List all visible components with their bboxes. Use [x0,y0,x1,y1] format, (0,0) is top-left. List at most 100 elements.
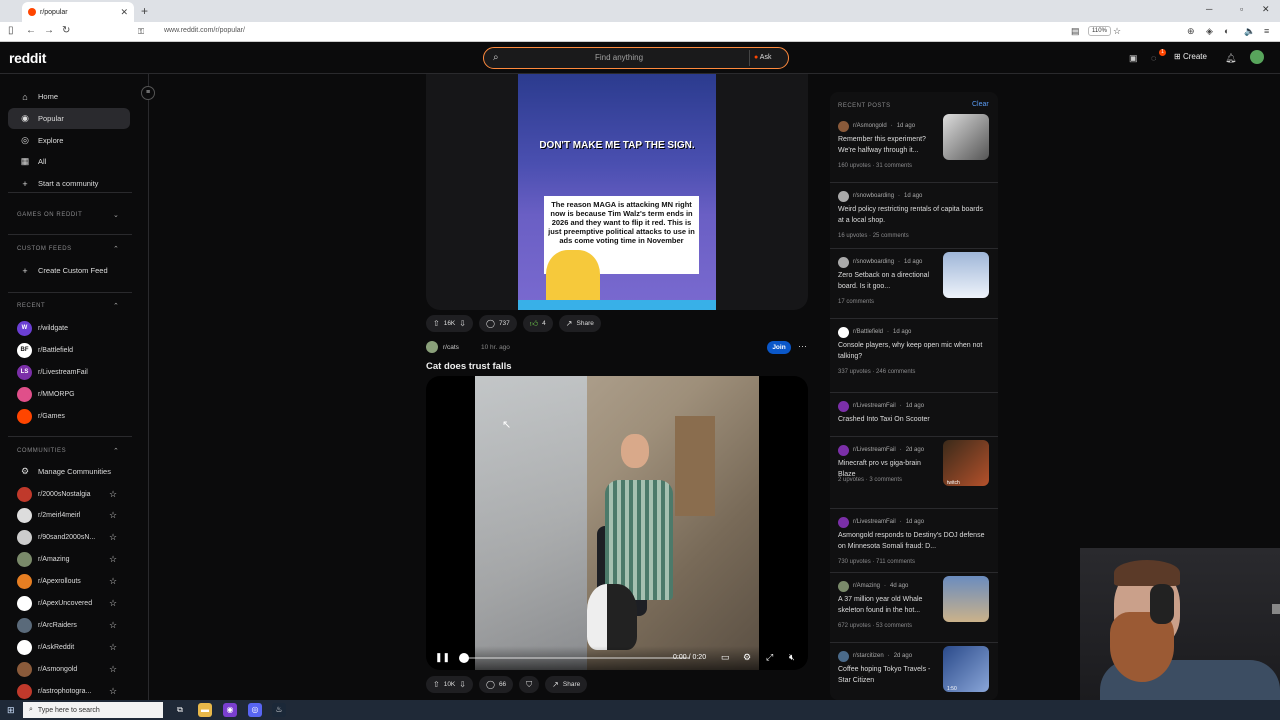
sidebar-item-home[interactable]: ⌂ Home [8,86,130,107]
community-item[interactable]: r/Asmongold ☆ [17,660,129,678]
maximize-icon[interactable]: ▫ [1240,4,1243,14]
steam-app-icon[interactable]: ♨ [272,703,286,717]
ask-button[interactable]: ● Ask [749,50,775,66]
menu-icon[interactable]: ≡ [1264,26,1269,36]
comments-button[interactable]: ◯ 66 [478,676,514,693]
recent-post-sub[interactable]: r/Asmongold [853,123,887,129]
manage-communities-link[interactable]: ⚙ Manage Communities [8,461,130,482]
discord-app-icon[interactable]: ◎ [248,703,262,717]
community-item[interactable]: r/Apexrollouts ☆ [17,573,129,591]
community-item[interactable]: r/ApexUncovered ☆ [17,595,129,613]
user-avatar[interactable] [1250,50,1264,64]
taskbar-search[interactable]: ⌕ Type here to search [23,702,163,718]
sidebar-item-all[interactable]: ▦ All [8,151,130,172]
comments-button[interactable]: ◯ 737 [478,315,517,332]
forward-icon[interactable]: → [44,25,54,36]
reader-icon[interactable]: ▤ [1071,26,1080,37]
recent-community-item[interactable]: r/MMORPG [17,385,129,403]
downvote-icon[interactable]: ⇩ [459,680,466,689]
browser-app-icon[interactable]: ◉ [223,703,237,717]
recent-post-sub[interactable]: r/starcitizen [853,653,884,659]
community-item[interactable]: r/astrophotogra... ☆ [17,682,129,700]
create-custom-feed-link[interactable]: + Create Custom Feed [8,260,130,281]
reddit-logo[interactable]: reddit [9,50,46,66]
communities-section-header[interactable]: COMMUNITIES ⌃ [17,448,119,455]
award-button[interactable]: ⛉ [519,676,540,693]
recent-post-sub[interactable]: r/snowboarding [853,193,894,199]
more-options-icon[interactable]: ⋯ [798,341,807,352]
downvote-icon[interactable]: ⇩ [459,319,466,328]
community-item[interactable]: r/90sand2000sN... ☆ [17,529,129,547]
task-view-icon[interactable]: ⧉ [173,703,187,717]
sidebar-item-start-a-community[interactable]: + Start a community [8,173,130,194]
upvote-icon[interactable]: ⇧ [433,319,440,328]
community-item[interactable]: r/2meirl4meirl ☆ [17,507,129,525]
post-title[interactable]: Cat does trust falls [426,361,512,372]
favorite-star-icon[interactable]: ☆ [109,664,117,675]
file-explorer-icon[interactable]: ▬ [198,703,212,717]
recent-post-title[interactable]: Asmongold responds to Destiny's DOJ defe… [838,531,988,552]
scrollbar-thumb[interactable] [1272,604,1280,614]
recent-post-thumbnail[interactable] [943,252,989,298]
sidebar-item-popular[interactable]: ◉ Popular [8,108,130,129]
close-tab-icon[interactable]: ✕ [120,7,128,18]
search-input[interactable]: Find anything [595,53,643,62]
zoom-indicator[interactable]: 110% [1088,26,1111,36]
url-field[interactable]: www.reddit.com/r/popular/ [164,27,245,34]
favorite-star-icon[interactable]: ☆ [109,686,117,697]
recent-community-item[interactable]: BF r/Battlefield [17,341,129,359]
bookmark-star-icon[interactable]: ☆ [1113,26,1121,37]
sidebar-item-explore[interactable]: ◎ Explore [8,130,130,151]
notifications-bell-icon[interactable]: 🔔︎ [1225,53,1236,64]
recent-post-title[interactable]: Weird policy restricting rentals of capi… [838,205,988,226]
close-window-icon[interactable]: ✕ [1262,4,1270,15]
new-tab-icon[interactable]: + [141,4,148,18]
recent-post-sub[interactable]: r/Amazing [853,583,880,589]
recent-post-thumbnail[interactable] [943,114,989,160]
recent-post-title[interactable]: Remember this experiment? We're halfway … [838,135,938,156]
recent-post-title[interactable]: A 37 million year old Whale skeleton fou… [838,595,938,616]
audio-icon[interactable]: 🔈 [1244,26,1255,37]
profile-icon[interactable]: ◐ [1224,26,1229,36]
community-item[interactable]: r/ArcRaiders ☆ [17,616,129,634]
subreddit-avatar[interactable] [426,341,438,353]
browser-tab[interactable]: r/popular ✕ [22,2,134,22]
back-icon[interactable]: ← [26,25,36,36]
collapse-sidebar-button[interactable]: ≡ [141,86,155,100]
settings-gear-icon[interactable]: ⚙ [743,652,751,663]
shield-icon[interactable]: ◈ [1206,26,1213,37]
upvote-icon[interactable]: ⇧ [433,680,440,689]
video-scrubber[interactable] [459,653,469,663]
search-bar[interactable]: ⌕ Find anything ● Ask [483,47,789,69]
recent-post-title[interactable]: Crashed Into Taxi On Scooter [838,415,988,426]
custom-feeds-header[interactable]: CUSTOM FEEDS ⌃ [17,246,119,253]
pause-icon[interactable]: ❚❚ [435,652,450,663]
games-section-header[interactable]: GAMES ON REDDIT ⌄ [17,212,119,219]
favorite-star-icon[interactable]: ☆ [109,598,117,609]
recent-post-thumbnail[interactable] [943,576,989,622]
share-button[interactable]: ↗ Share [545,676,588,693]
sidebar-toggle-icon[interactable]: ▯ [8,25,14,36]
favorite-star-icon[interactable]: ☆ [109,554,117,565]
fullscreen-icon[interactable]: ⤢ [766,652,773,663]
recent-post-sub[interactable]: r/Battlefield [853,329,883,335]
post-image[interactable]: DON'T MAKE ME TAP THE SIGN. The reason M… [426,74,808,310]
vote-pill[interactable]: ⇧ 10K ⇩ [426,676,473,693]
community-item[interactable]: r/AskReddit ☆ [17,638,129,656]
recent-post-sub[interactable]: r/LivestreamFail [853,403,896,409]
recent-post-title[interactable]: Console players, why keep open mic when … [838,341,988,362]
minimize-icon[interactable]: ─ [1206,4,1212,14]
ad-icon[interactable]: ▣ [1129,53,1138,64]
captions-icon[interactable]: ▭ [721,652,730,663]
recent-section-header[interactable]: RECENT ⌃ [17,303,119,310]
video-player[interactable]: ❚❚ 0:00 / 0:20 ▭ ⚙ ⤢ 🔇︎ [426,376,808,670]
subreddit-link[interactable]: r/cats [443,344,459,351]
favorite-star-icon[interactable]: ☆ [109,576,117,587]
share-button[interactable]: ↗ Share [558,315,601,332]
join-button[interactable]: Join [767,341,791,354]
recent-community-item[interactable]: Wr/wildgate [17,319,129,337]
recent-post-sub[interactable]: r/LivestreamFail [853,519,896,525]
video-progress-track[interactable] [462,657,690,659]
favorite-star-icon[interactable]: ☆ [109,642,117,653]
extension-icon[interactable]: ⊕ [1187,26,1195,37]
